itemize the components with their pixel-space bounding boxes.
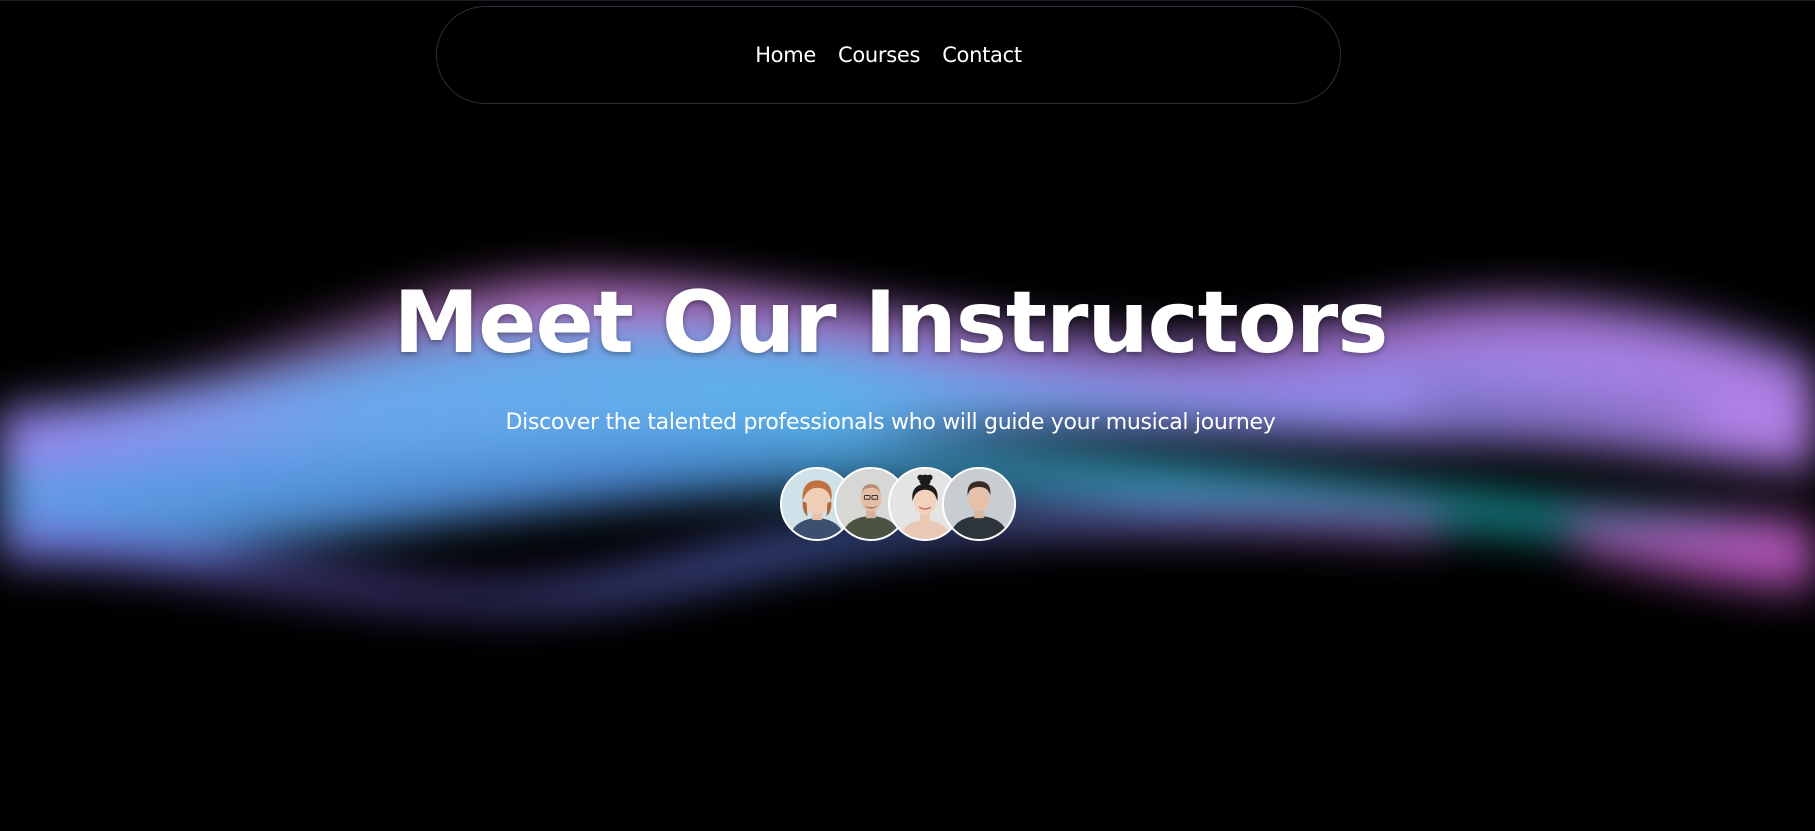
person-photo-icon: [944, 469, 1014, 539]
nav-contact-link[interactable]: Contact: [942, 43, 1022, 67]
page-title: Meet Our Instructors: [393, 273, 1389, 373]
main-nav: Home Courses Contact: [436, 6, 1341, 104]
page: Home Courses Contact Meet Our Instructor…: [0, 0, 1815, 831]
nav-courses-link[interactable]: Courses: [838, 43, 920, 67]
nav-home-link[interactable]: Home: [755, 43, 816, 67]
page-subtitle: Discover the talented professionals who …: [505, 410, 1276, 435]
instructor-avatars: [780, 467, 1016, 541]
instructor-avatar-4[interactable]: [942, 467, 1016, 541]
